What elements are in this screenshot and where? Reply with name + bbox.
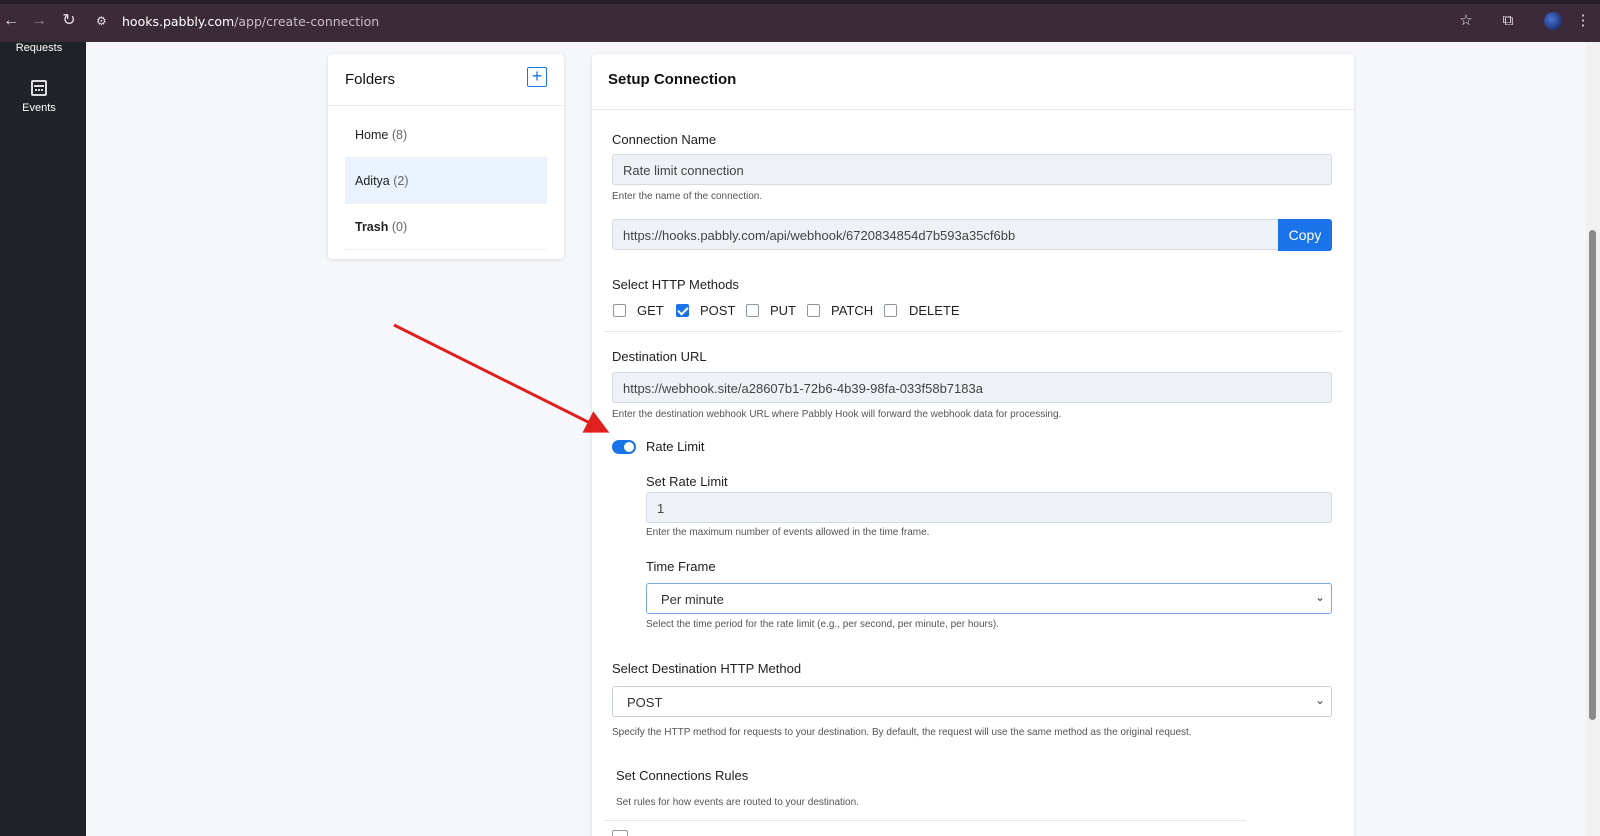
put-label: PUT: [770, 303, 796, 318]
sidebar-item-requests[interactable]: Requests: [0, 42, 78, 54]
folders-header: Folders +: [328, 54, 564, 106]
http-methods-label: Select HTTP Methods: [612, 277, 739, 292]
sidebar-item-label: Requests: [15, 42, 63, 54]
add-folder-button[interactable]: +: [527, 67, 547, 87]
delete-checkbox[interactable]: [884, 304, 897, 317]
patch-checkbox[interactable]: [807, 304, 820, 317]
post-checkbox[interactable]: [676, 304, 689, 317]
connection-name-input[interactable]: Rate limit connection: [612, 154, 1332, 185]
copy-button[interactable]: Copy: [1278, 219, 1332, 251]
scrollbar-thumb[interactable]: [1589, 230, 1596, 720]
time-frame-label: Time Frame: [646, 559, 716, 574]
destination-url-input[interactable]: https://webhook.site/a28607b1-72b6-4b39-…: [612, 372, 1332, 403]
folder-item-home[interactable]: Home (8): [345, 112, 547, 158]
sidebar-item-events[interactable]: Events: [0, 80, 78, 114]
site-settings-icon[interactable]: ⚙: [96, 14, 110, 28]
get-label: GET: [637, 303, 664, 318]
destination-method-value: POST: [627, 695, 663, 710]
folder-count: (0): [391, 220, 408, 234]
folder-name: Trash: [355, 220, 389, 234]
url-path: /app/create-connection: [234, 14, 380, 29]
calendar-icon: [31, 80, 47, 96]
destination-method-select[interactable]: POST ⌄: [612, 686, 1332, 717]
folders-title: Folders: [345, 71, 396, 88]
get-checkbox[interactable]: [613, 304, 626, 317]
put-checkbox[interactable]: [746, 304, 759, 317]
folder-name: Home: [355, 128, 389, 142]
folder-item-aditya[interactable]: Aditya (2): [345, 158, 547, 204]
setup-title: Setup Connection: [608, 71, 737, 88]
patch-label: PATCH: [831, 303, 874, 318]
chevron-down-icon: ⌄: [1314, 590, 1325, 604]
tab-strip: [0, 0, 1600, 4]
time-frame-help: Select the time period for the rate limi…: [646, 619, 999, 630]
divider: [604, 331, 1342, 332]
folders-panel: Folders + Home (8) Aditya (2) Trash (0): [328, 54, 564, 259]
set-rate-limit-label: Set Rate Limit: [646, 474, 728, 489]
connection-rules-label: Set Connections Rules: [616, 768, 749, 783]
browser-toolbar: ← → ↻ ⚙ hooks.pabbly.com/app/create-conn…: [0, 0, 1600, 42]
rate-limit-label: Rate Limit: [646, 439, 705, 454]
folder-count: (2): [393, 174, 409, 188]
rate-limit-toggle[interactable]: [612, 440, 636, 454]
url-host: hooks.pabbly.com: [122, 14, 235, 29]
rate-limit-input[interactable]: 1: [646, 492, 1332, 523]
destination-method-help: Specify the HTTP method for requests to …: [612, 727, 1192, 738]
sidebar-item-label: Events: [22, 102, 56, 114]
destination-method-label: Select Destination HTTP Method: [612, 661, 802, 676]
rate-limit-help: Enter the maximum number of events allow…: [646, 527, 930, 538]
connection-name-label: Connection Name: [612, 132, 717, 147]
rule-checkbox[interactable]: [612, 830, 628, 836]
bookmark-star-icon[interactable]: ☆: [1457, 12, 1475, 30]
forward-arrow-icon[interactable]: →: [30, 12, 48, 30]
time-frame-select[interactable]: Per minute ⌄: [646, 583, 1332, 614]
divider: [604, 820, 1246, 821]
profile-avatar[interactable]: [1544, 12, 1562, 30]
back-arrow-icon[interactable]: ←: [2, 12, 20, 30]
folder-count: (8): [391, 128, 408, 142]
connection-name-help: Enter the name of the connection.: [612, 191, 763, 202]
reload-icon[interactable]: ↻: [60, 12, 78, 30]
extensions-icon[interactable]: ⧉: [1499, 12, 1517, 30]
destination-url-label: Destination URL: [612, 349, 707, 364]
delete-label: DELETE: [909, 303, 960, 318]
destination-url-help: Enter the destination webhook URL where …: [612, 409, 1062, 420]
more-menu-icon[interactable]: ⋮: [1574, 12, 1592, 30]
setup-header: Setup Connection: [592, 54, 1354, 110]
url-text[interactable]: hooks.pabbly.com/app/create-connection: [122, 14, 379, 29]
connection-rules-help: Set rules for how events are routed to y…: [616, 797, 859, 808]
webhook-url-input[interactable]: https://hooks.pabbly.com/api/webhook/672…: [612, 219, 1279, 250]
chevron-down-icon: ⌄: [1314, 693, 1325, 707]
app-sidebar: Requests Events: [0, 42, 86, 836]
annotation-arrow-icon: [393, 323, 610, 433]
time-frame-value: Per minute: [661, 592, 724, 607]
address-bar[interactable]: ⚙ hooks.pabbly.com/app/create-connection: [88, 8, 1488, 36]
folder-item-trash[interactable]: Trash (0): [345, 204, 547, 250]
folder-name: Aditya: [355, 174, 390, 188]
post-label: POST: [700, 303, 736, 318]
